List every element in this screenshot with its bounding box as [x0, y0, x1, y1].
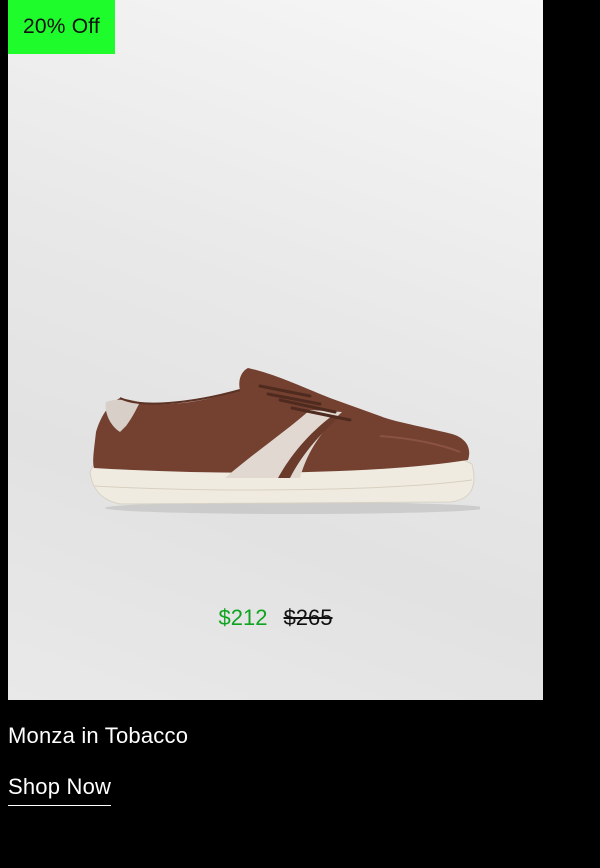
sale-price: $212 — [218, 605, 268, 630]
original-price: $265 — [283, 605, 333, 630]
shop-now-link[interactable]: Shop Now — [8, 773, 112, 806]
product-card[interactable]: 20% Off $212 $265 — [8, 0, 543, 700]
product-name[interactable]: Monza in Tobacco — [8, 722, 188, 750]
sneaker-image[interactable] — [80, 360, 480, 520]
discount-badge: 20% Off — [8, 0, 115, 54]
price-row: $212 $265 — [8, 603, 543, 633]
